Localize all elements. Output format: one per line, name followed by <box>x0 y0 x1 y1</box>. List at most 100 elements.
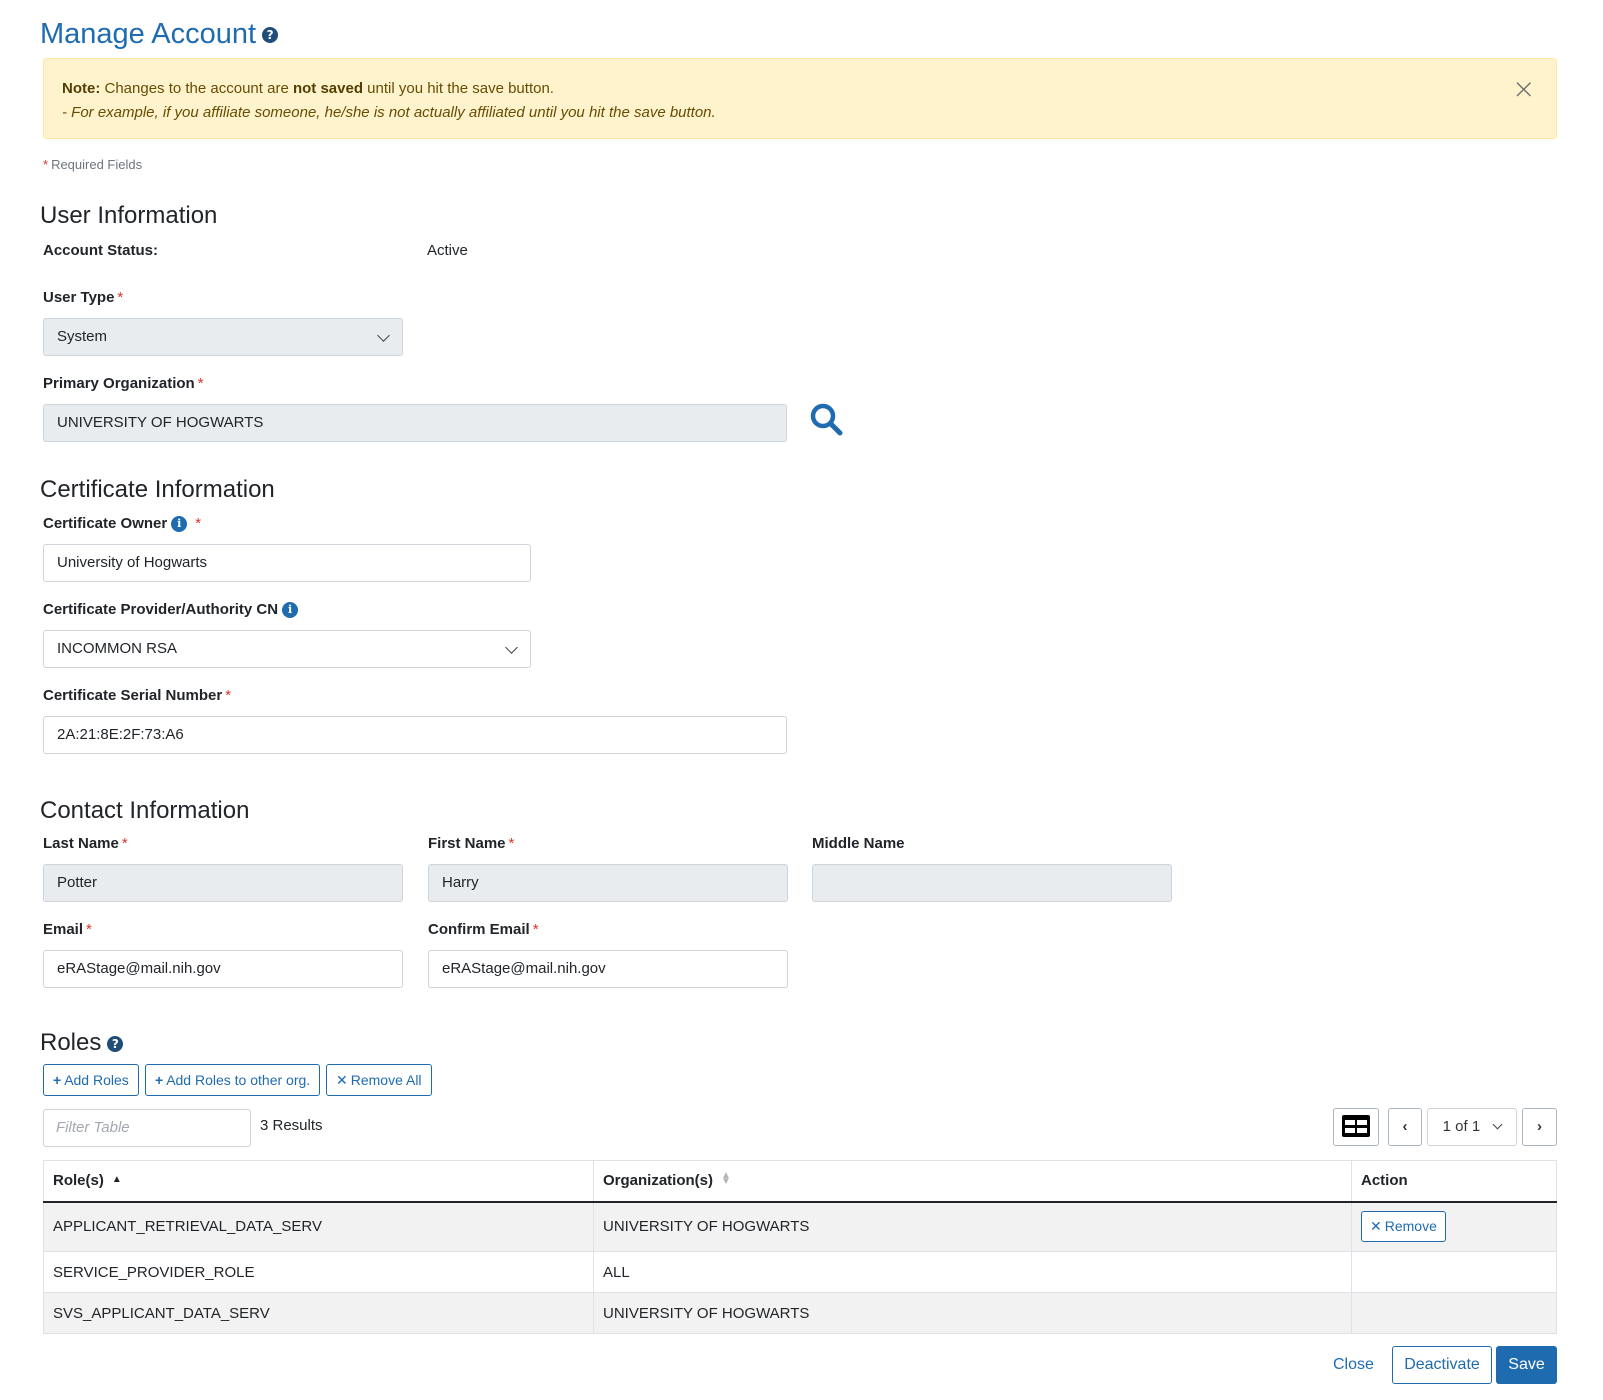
primary-organization-field[interactable]: UNIVERSITY OF HOGWARTS <box>43 404 787 442</box>
last-name-label: Last Name * <box>43 835 128 852</box>
next-page-button[interactable]: › <box>1522 1108 1557 1146</box>
email-label: Email * <box>43 921 92 938</box>
column-toggle-button[interactable] <box>1333 1108 1379 1146</box>
sort-icon: ▲ ▼ <box>721 1170 731 1188</box>
close-link[interactable]: Close <box>1333 1356 1374 1374</box>
first-name-label-text: First Name <box>428 835 506 852</box>
alert-line-1: Note: Changes to the account are not sav… <box>62 77 1538 101</box>
info-icon[interactable]: i <box>171 516 188 533</box>
table-row: SVS_APPLICANT_DATA_SERV UNIVERSITY OF HO… <box>43 1292 1557 1334</box>
contact-information-heading: Contact Information <box>40 797 250 824</box>
add-roles-other-org-button[interactable]: + Add Roles to other org. <box>145 1064 321 1096</box>
organization-cell: UNIVERSITY OF HOGWARTS <box>593 1201 1352 1252</box>
table-grid-icon <box>1342 1114 1370 1137</box>
user-information-heading: User Information <box>40 202 218 229</box>
remove-label: Remove <box>1384 1218 1437 1235</box>
add-roles-label: Add Roles <box>64 1072 129 1088</box>
certificate-owner-input[interactable]: University of Hogwarts <box>43 544 531 582</box>
required-asterisk: * <box>117 289 124 306</box>
remove-all-label: Remove All <box>350 1072 422 1088</box>
question-circle-icon[interactable]: ? <box>107 1035 124 1052</box>
page-select[interactable]: 1 of 1 <box>1427 1108 1517 1146</box>
user-type-select[interactable]: System <box>43 318 403 356</box>
action-cell <box>1351 1292 1557 1334</box>
x-icon: ✕ <box>1370 1218 1382 1235</box>
alert-line-2: - For example, if you affiliate someone,… <box>62 104 716 121</box>
unsaved-changes-alert: Note: Changes to the account are not sav… <box>43 58 1557 139</box>
remove-role-button[interactable]: ✕ Remove <box>1361 1211 1446 1243</box>
required-fields-note: * Required Fields <box>43 157 142 172</box>
certificate-owner-value: University of Hogwarts <box>57 554 208 571</box>
search-organization-button[interactable] <box>808 401 844 437</box>
alert-text-pre: Changes to the account are <box>104 80 289 97</box>
results-count: 3 Results <box>260 1117 323 1134</box>
last-name-value: Potter <box>57 874 98 891</box>
plus-icon: + <box>53 1072 62 1088</box>
confirm-email-label-text: Confirm Email <box>428 921 530 938</box>
page-title-text: Manage Account <box>40 18 257 50</box>
required-asterisk: * <box>43 157 49 172</box>
remove-all-button[interactable]: ✕ Remove All <box>326 1064 432 1096</box>
column-header-roles[interactable]: Role(s) ▲ <box>43 1160 594 1203</box>
column-header-label: Action <box>1361 1172 1408 1190</box>
role-cell: APPLICANT_RETRIEVAL_DATA_SERV <box>43 1201 594 1252</box>
previous-page-button[interactable]: ‹ <box>1388 1108 1422 1146</box>
info-icon[interactable]: i <box>282 602 299 619</box>
search-icon <box>810 403 843 436</box>
plus-icon: + <box>155 1072 164 1088</box>
action-cell <box>1351 1251 1557 1293</box>
table-row: APPLICANT_RETRIEVAL_DATA_SERV UNIVERSITY… <box>43 1201 1557 1252</box>
roles-table: Role(s) ▲ Organization(s) ▲ ▼ Action APPLIC… <box>43 1160 1557 1334</box>
organization-cell: ALL <box>593 1251 1352 1293</box>
required-fields-text: Required Fields <box>51 157 143 172</box>
last-name-label-text: Last Name <box>43 835 119 852</box>
save-button[interactable]: Save <box>1496 1346 1557 1384</box>
required-asterisk: * <box>532 921 539 938</box>
table-row: SERVICE_PROVIDER_ROLE ALL <box>43 1251 1557 1293</box>
user-type-label-text: User Type <box>43 289 115 306</box>
required-asterisk: * <box>195 515 202 532</box>
required-asterisk: * <box>197 375 204 392</box>
confirm-email-input[interactable]: eRAStage@mail.nih.gov <box>428 950 788 988</box>
certificate-serial-input[interactable]: 2A:21:8E:2F:73:A6 <box>43 716 787 754</box>
add-roles-button[interactable]: + Add Roles <box>43 1064 139 1096</box>
column-header-organizations[interactable]: Organization(s) ▲ ▼ <box>593 1160 1352 1203</box>
confirm-email-label: Confirm Email * <box>428 921 539 938</box>
first-name-value: Harry <box>442 874 479 891</box>
last-name-input[interactable]: Potter <box>43 864 403 902</box>
required-asterisk: * <box>86 921 92 938</box>
chevron-left-icon: ‹ <box>1402 1118 1408 1135</box>
account-status-label: Account Status: <box>43 242 159 259</box>
middle-name-input[interactable] <box>812 864 1172 902</box>
deactivate-button[interactable]: Deactivate <box>1392 1346 1492 1384</box>
close-icon[interactable]: × <box>1512 75 1535 103</box>
first-name-label: First Name * <box>428 835 514 852</box>
email-input[interactable]: eRAStage@mail.nih.gov <box>43 950 403 988</box>
organization-cell: UNIVERSITY OF HOGWARTS <box>593 1292 1352 1334</box>
certificate-provider-select[interactable]: INCOMMON RSA <box>43 630 531 668</box>
certificate-owner-label: Certificate Owner i * <box>43 515 202 533</box>
certificate-owner-label-text: Certificate Owner <box>43 515 168 532</box>
middle-name-label: Middle Name <box>812 835 905 852</box>
page-title: Manage Account? <box>40 14 279 54</box>
alert-text-bold: not saved <box>292 80 363 97</box>
filter-table-input[interactable]: Filter Table <box>43 1109 251 1147</box>
roles-heading: Roles? <box>40 1028 124 1058</box>
primary-organization-value: UNIVERSITY OF HOGWARTS <box>57 414 264 431</box>
chevron-down-icon <box>1492 1119 1503 1130</box>
column-header-action: Action <box>1351 1160 1557 1203</box>
chevron-right-icon: › <box>1537 1118 1542 1135</box>
question-circle-icon[interactable]: ? <box>262 27 279 44</box>
table-header-row: Role(s) ▲ Organization(s) ▲ ▼ Action <box>43 1160 1557 1203</box>
email-label-text: Email <box>43 921 84 938</box>
chevron-down-icon <box>505 641 518 654</box>
first-name-input[interactable]: Harry <box>428 864 788 902</box>
certificate-serial-label-text: Certificate Serial Number <box>43 687 223 704</box>
certificate-provider-label: Certificate Provider/Authority CN i <box>43 601 299 619</box>
action-cell: ✕ Remove <box>1351 1201 1557 1252</box>
required-asterisk: * <box>508 835 515 852</box>
primary-organization-label-text: Primary Organization <box>43 375 195 392</box>
certificate-information-heading: Certificate Information <box>40 476 275 503</box>
add-roles-other-org-label: Add Roles to other org. <box>166 1072 311 1088</box>
required-asterisk: * <box>121 835 128 852</box>
